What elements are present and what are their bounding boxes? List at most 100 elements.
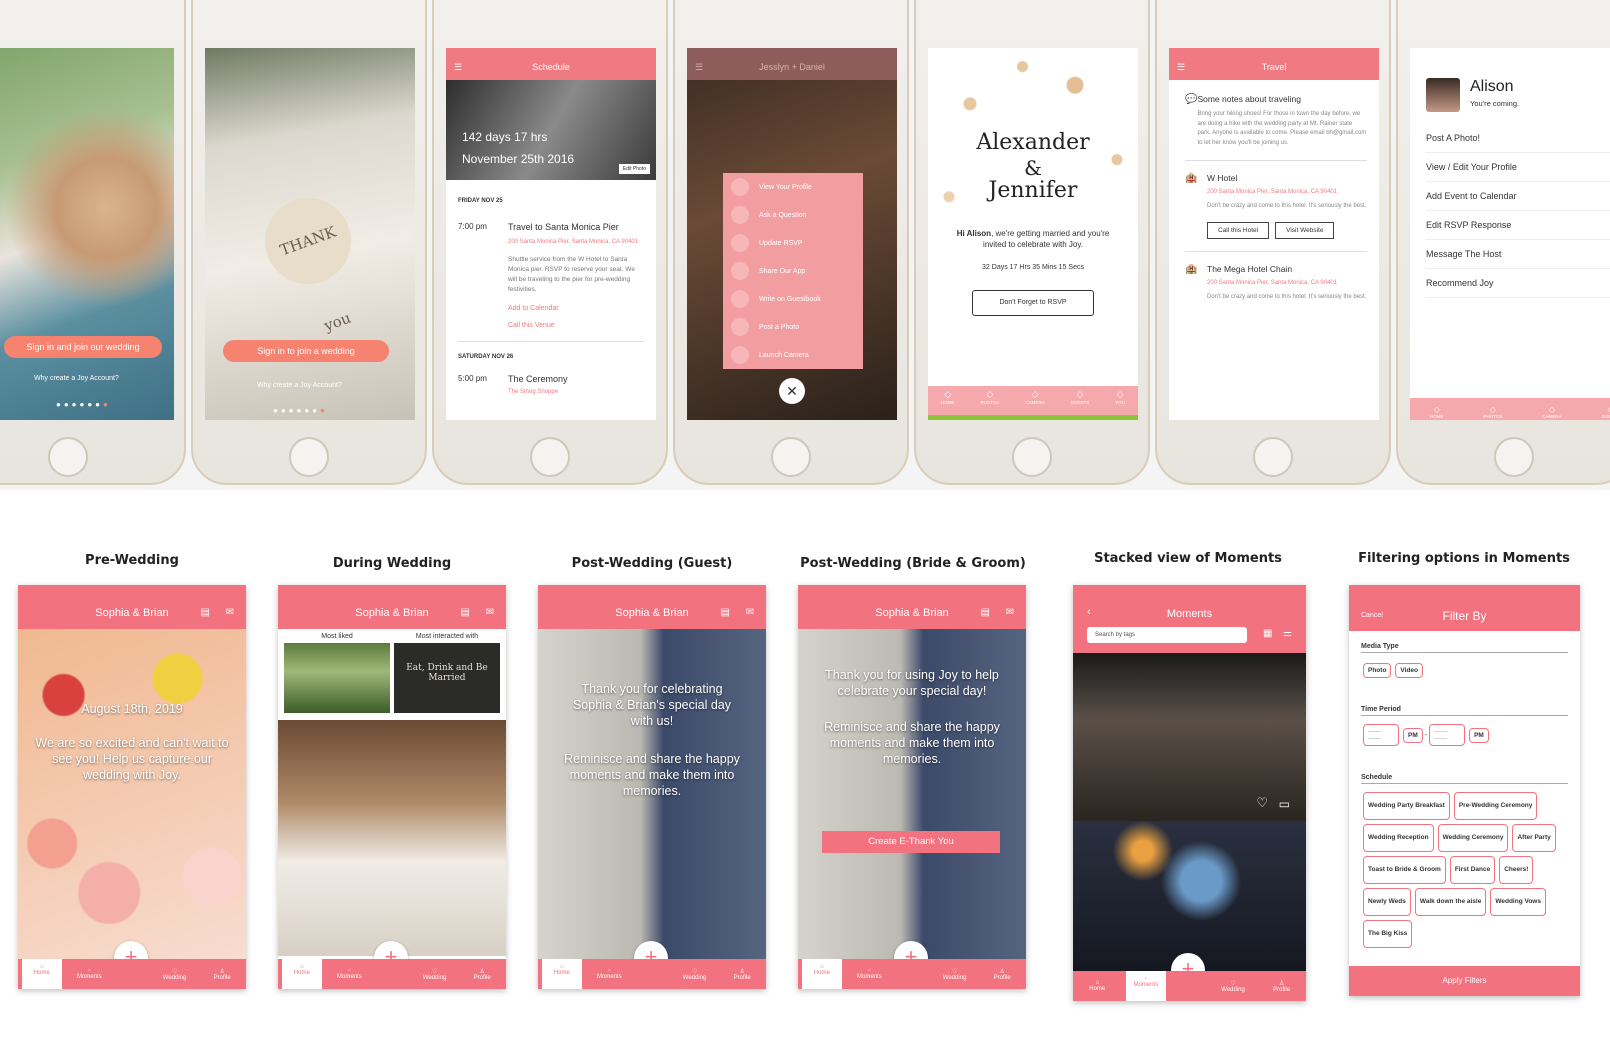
most-liked-photo[interactable] bbox=[284, 643, 390, 713]
end-ampm-select[interactable]: PM bbox=[1469, 727, 1489, 743]
home-button[interactable] bbox=[1253, 437, 1293, 477]
home-button[interactable] bbox=[530, 437, 570, 477]
apply-filters-button[interactable]: Apply Filters bbox=[1349, 966, 1580, 996]
schedule-chip[interactable]: Wedding Party Breakfast bbox=[1363, 792, 1450, 820]
start-time-input[interactable]: —— —— bbox=[1363, 724, 1399, 746]
search-input[interactable]: Search by tags bbox=[1087, 627, 1247, 643]
sign-in-to-join-button[interactable]: Sign in to join a wedding bbox=[223, 340, 389, 362]
calendar-icon[interactable]: ▤ bbox=[721, 585, 730, 641]
why-create-account-link[interactable]: Why create a Joy Account? bbox=[257, 382, 342, 389]
schedule-chip[interactable]: Wedding Ceremony bbox=[1437, 824, 1509, 852]
tab-profile[interactable]: ♙ Profile bbox=[462, 968, 502, 981]
home-button[interactable] bbox=[48, 437, 88, 477]
tab-home[interactable]: ⌂ Home bbox=[541, 959, 582, 989]
profile-menu-item[interactable]: View / Edit Your Profile bbox=[1426, 153, 1610, 182]
edit-photo-button[interactable]: Edit Photo bbox=[618, 164, 650, 174]
call-venue-link[interactable]: Call this Venue bbox=[508, 322, 644, 329]
tab-profile[interactable]: ♙ Profile bbox=[722, 968, 762, 981]
action-menu-item[interactable]: Share Our App bbox=[723, 257, 863, 285]
action-menu-item[interactable]: View Your Profile bbox=[723, 173, 863, 201]
hamburger-icon[interactable]: ☰ bbox=[1177, 48, 1185, 86]
add-to-calendar-link[interactable]: Add to Calendar bbox=[508, 305, 644, 312]
hamburger-icon[interactable]: ☰ bbox=[695, 48, 703, 86]
tab-guests[interactable]: ◇GUESTS bbox=[1601, 405, 1610, 419]
tab-moments[interactable]: ▫ Moments bbox=[329, 968, 369, 980]
tab-wedding[interactable]: ♡ Wedding bbox=[1213, 980, 1253, 993]
action-menu-item[interactable]: Launch Camera bbox=[723, 341, 863, 369]
tab-camera[interactable]: ◇ CAMERA bbox=[1025, 389, 1044, 405]
tab-you[interactable]: ◇ YOU bbox=[1115, 389, 1125, 405]
schedule-chip[interactable]: First Dance bbox=[1449, 856, 1496, 884]
tab-wedding[interactable]: ♡ Wedding bbox=[935, 968, 975, 981]
action-menu-item[interactable]: Write on Guestbook bbox=[723, 285, 863, 313]
tab-profile[interactable]: ♙ Profile bbox=[982, 968, 1022, 981]
schedule-chip[interactable]: Toast to Bride & Groom bbox=[1363, 856, 1446, 884]
mail-icon[interactable]: ✉ bbox=[486, 585, 494, 641]
schedule-chip[interactable]: Newly Weds bbox=[1363, 888, 1411, 916]
tab-home[interactable]: ⌂ Home bbox=[21, 959, 62, 989]
visit-website-button[interactable]: Visit Website bbox=[1275, 222, 1335, 239]
mail-icon[interactable]: ✉ bbox=[1006, 585, 1014, 641]
schedule-chip[interactable]: Pre-Wedding Ceremony bbox=[1453, 792, 1538, 820]
close-icon[interactable]: ✕ bbox=[779, 378, 805, 404]
schedule-chip[interactable]: After Party bbox=[1512, 824, 1556, 852]
tab-photos[interactable]: ◇ PHOTOS bbox=[981, 389, 1000, 405]
calendar-icon[interactable]: ▤ bbox=[461, 585, 470, 641]
action-menu-item[interactable]: Ask a Question bbox=[723, 201, 863, 229]
tab-moments[interactable]: ▫ Moments bbox=[589, 968, 629, 980]
hotel-address[interactable]: 200 Santa Monica Pier, Santa Monica, CA … bbox=[1207, 279, 1366, 288]
call-hotel-button[interactable]: Call this Hotel bbox=[1207, 222, 1270, 239]
home-button[interactable] bbox=[1012, 437, 1052, 477]
calendar-icon[interactable]: ▤ bbox=[201, 585, 210, 641]
calendar-icon[interactable]: ▤ bbox=[981, 585, 990, 641]
home-button[interactable] bbox=[1494, 437, 1534, 477]
create-thank-you-button[interactable]: Create E-Thank You bbox=[822, 831, 1000, 853]
tab-moments[interactable]: ▫ Moments bbox=[849, 968, 889, 980]
mail-icon[interactable]: ✉ bbox=[746, 585, 754, 641]
tab-camera[interactable]: ◇ CAMERA bbox=[1542, 405, 1561, 419]
profile-menu-item[interactable]: Post A Photo! bbox=[1426, 124, 1610, 153]
event-address[interactable]: The Smog Shoppe bbox=[508, 389, 568, 395]
schedule-chip[interactable]: Wedding Vows bbox=[1490, 888, 1546, 916]
cancel-button[interactable]: Cancel bbox=[1361, 585, 1383, 647]
profile-menu-item[interactable]: Add Event to Calendar bbox=[1426, 182, 1610, 211]
tab-home[interactable]: ◇ HOME bbox=[941, 389, 955, 405]
tab-guests[interactable]: ◇GUESTS bbox=[1071, 389, 1090, 405]
heart-icon[interactable]: ♡ bbox=[1256, 795, 1268, 811]
media-type-chip[interactable]: Photo bbox=[1363, 663, 1392, 678]
back-icon[interactable]: ‹ bbox=[1087, 607, 1091, 618]
sign-in-join-button[interactable]: Sign in and join our wedding bbox=[4, 336, 162, 358]
moment-photo-church[interactable]: ♡ ▭ bbox=[1073, 653, 1306, 821]
action-menu-item[interactable]: Post a Photo bbox=[723, 313, 863, 341]
home-button[interactable] bbox=[289, 437, 329, 477]
tab-home[interactable]: ⌂ Home bbox=[1077, 980, 1117, 992]
media-type-chip[interactable]: Video bbox=[1395, 663, 1424, 678]
profile-menu-item[interactable]: Recommend Joy bbox=[1426, 269, 1610, 298]
tab-home[interactable]: ⌂ Home bbox=[801, 959, 842, 989]
tab-moments[interactable]: ▫ Moments bbox=[1125, 971, 1166, 1001]
tab-wedding[interactable]: ♡ Wedding bbox=[155, 968, 195, 981]
moment-photo-phone[interactable] bbox=[1073, 821, 1306, 971]
schedule-chip[interactable]: Cheers! bbox=[1499, 856, 1534, 884]
tab-home[interactable]: ⌂ Home bbox=[281, 959, 322, 989]
tab-wedding[interactable]: ♡ Wedding bbox=[675, 968, 715, 981]
tab-home[interactable]: ◇ HOME bbox=[1430, 405, 1444, 419]
event-address[interactable]: 200 Santa Monica Pier, Santa Monica, CA … bbox=[508, 238, 644, 247]
tab-photos[interactable]: ◇ PHOTOS bbox=[1483, 405, 1502, 419]
tab-profile[interactable]: ♙ Profile bbox=[202, 968, 242, 981]
schedule-chip[interactable]: The Big Kiss bbox=[1363, 920, 1413, 948]
tab-wedding[interactable]: ♡ Wedding bbox=[415, 968, 455, 981]
end-time-input[interactable]: —— —— bbox=[1429, 724, 1466, 746]
grid-view-icon[interactable]: ▦ bbox=[1263, 629, 1272, 639]
action-menu-item[interactable]: Update RSVP bbox=[723, 229, 863, 257]
schedule-chip[interactable]: Wedding Reception bbox=[1363, 824, 1434, 852]
mail-icon[interactable]: ✉ bbox=[226, 585, 234, 641]
why-create-account-link[interactable]: Why create a Joy Account? bbox=[34, 375, 119, 382]
start-ampm-select[interactable]: PM bbox=[1403, 727, 1423, 743]
hotel-address[interactable]: 200 Santa Monica Pier, Santa Monica, CA … bbox=[1207, 188, 1366, 197]
profile-menu-item[interactable]: Message The Host bbox=[1426, 240, 1610, 269]
most-interacted-photo[interactable]: Eat, Drink and Be Married bbox=[394, 643, 500, 713]
profile-menu-item[interactable]: Edit RSVP Response bbox=[1426, 211, 1610, 240]
comment-icon[interactable]: ▭ bbox=[1279, 797, 1290, 811]
schedule-chip[interactable]: Walk down the aisle bbox=[1414, 888, 1487, 916]
